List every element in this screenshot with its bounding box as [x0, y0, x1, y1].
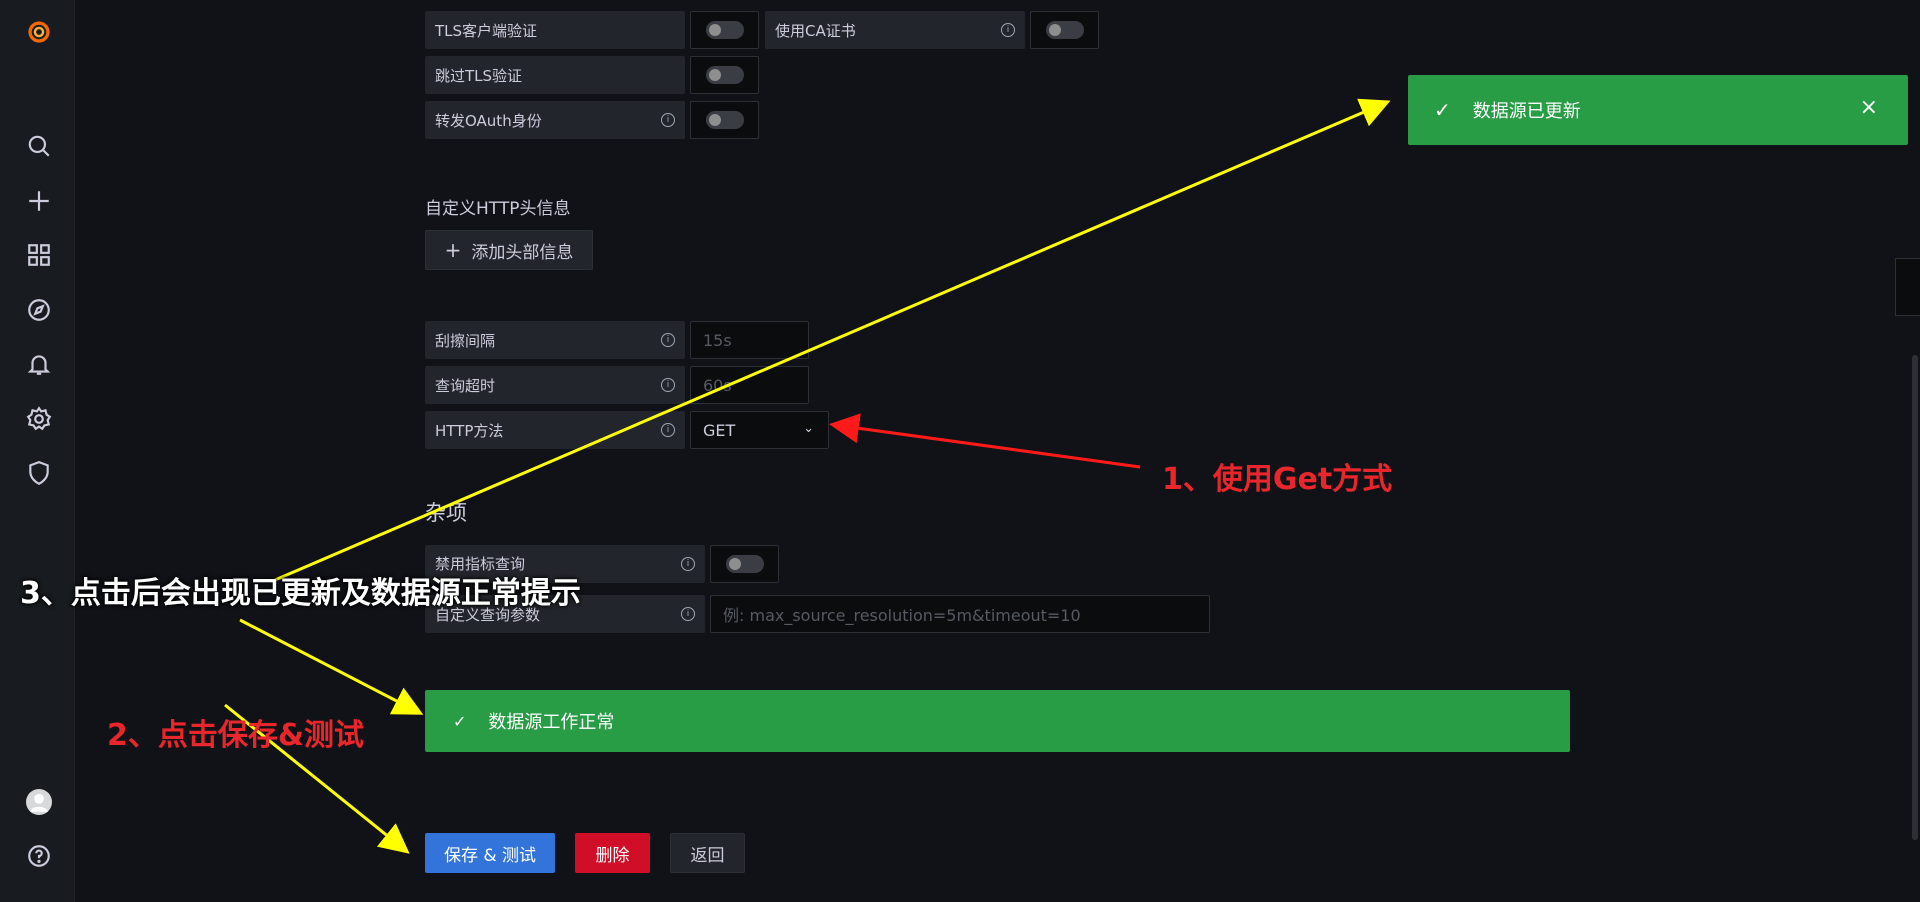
check-icon: ✓ [1434, 98, 1451, 122]
sidebar [0, 0, 75, 902]
help-icon[interactable] [21, 838, 57, 874]
scrape-interval-input[interactable]: 15s [690, 321, 809, 359]
check-icon: ✓ [453, 711, 467, 731]
skip-tls-toggle[interactable] [705, 66, 744, 84]
custom-params-input[interactable]: 例: max_source_resolution=5m&timeout=10 [710, 595, 1210, 633]
scrape-interval-label-text: 刮擦间隔 [435, 331, 496, 350]
forward-oauth-switch[interactable] [690, 101, 759, 139]
dashboards-icon[interactable] [21, 237, 57, 273]
shield-icon[interactable] [21, 455, 57, 491]
skip-tls-label-text: 跳过TLS验证 [435, 66, 523, 85]
save-test-button[interactable]: 保存 & 测试 [425, 833, 555, 873]
forward-oauth-label-text: 转发OAuth身份 [435, 111, 542, 130]
add-header-button-label: 添加头部信息 [471, 242, 574, 263]
scrape-interval-placeholder: 15s [703, 330, 732, 350]
plus-icon[interactable] [21, 183, 57, 219]
disable-metrics-switch[interactable] [710, 545, 779, 583]
http-method-label-text: HTTP方法 [435, 421, 504, 440]
close-icon[interactable]: × [1860, 95, 1878, 120]
info-icon: i [661, 423, 675, 437]
arrow-step1 [829, 413, 1141, 469]
skip-tls-switch[interactable] [690, 56, 759, 94]
skip-tls-label: 跳过TLS验证 [425, 56, 685, 94]
scrape-interval-label: 刮擦间隔 i [425, 321, 685, 359]
info-icon: i [1001, 23, 1015, 37]
misc-title: 杂项 [425, 501, 467, 525]
http-method-value: GET [703, 420, 736, 440]
info-icon: i [661, 113, 675, 127]
tls-client-switch[interactable] [690, 11, 759, 49]
info-icon: i [681, 557, 695, 571]
avatar[interactable] [21, 784, 57, 820]
http-method-select[interactable]: GET ⌄ [690, 411, 829, 449]
http-method-label: HTTP方法 i [425, 411, 685, 449]
datasource-ok-alert: ✓ 数据源工作正常 [425, 690, 1570, 752]
search-icon[interactable] [21, 128, 57, 164]
arrow-step3-alert [239, 618, 424, 715]
info-icon: i [661, 333, 675, 347]
query-timeout-placeholder: 60s [703, 375, 732, 395]
use-ca-label: 使用CA证书 i [765, 11, 1025, 49]
query-timeout-label: 查询超时 i [425, 366, 685, 404]
gear-icon[interactable] [21, 401, 57, 437]
info-icon: i [681, 607, 695, 621]
alert-message: 数据源工作正常 [488, 712, 615, 733]
use-ca-switch[interactable] [1030, 11, 1099, 49]
forward-oauth-toggle[interactable] [705, 111, 744, 129]
back-button[interactable]: 返回 [670, 833, 745, 873]
use-ca-toggle[interactable] [1045, 21, 1084, 39]
query-timeout-input[interactable]: 60s [690, 366, 809, 404]
tls-client-label: TLS客户端验证 [425, 11, 685, 49]
forward-oauth-label: 转发OAuth身份 i [425, 101, 685, 139]
query-timeout-label-text: 查询超时 [435, 376, 496, 395]
minimap-thumbnail [1895, 258, 1920, 316]
toast-message: 数据源已更新 [1472, 101, 1581, 122]
add-header-button[interactable]: + 添加头部信息 [425, 230, 593, 270]
delete-button[interactable]: 删除 [575, 833, 650, 873]
tls-client-label-text: TLS客户端验证 [435, 21, 538, 40]
toast-notification: ✓ 数据源已更新 × [1408, 75, 1908, 145]
custom-headers-title: 自定义HTTP头信息 [425, 199, 571, 219]
use-ca-label-text: 使用CA证书 [775, 21, 856, 40]
info-icon: i [661, 378, 675, 392]
chevron-down-icon: ⌄ [803, 421, 814, 436]
scrollbar-thumb[interactable] [1912, 355, 1918, 840]
custom-params-placeholder: 例: max_source_resolution=5m&timeout=10 [723, 606, 1081, 625]
grafana-logo[interactable] [21, 14, 57, 50]
bell-icon[interactable] [21, 346, 57, 382]
annotation-step1: 1、使用Get方式 [1162, 462, 1393, 497]
annotation-step2: 2、点击保存&测试 [107, 718, 365, 753]
explore-icon[interactable] [21, 292, 57, 328]
annotation-step3: 3、点击后会出现已更新及数据源正常提示 [20, 576, 581, 611]
plus-icon: + [444, 238, 462, 262]
disable-metrics-toggle[interactable] [725, 555, 764, 573]
tls-client-toggle[interactable] [705, 21, 744, 39]
